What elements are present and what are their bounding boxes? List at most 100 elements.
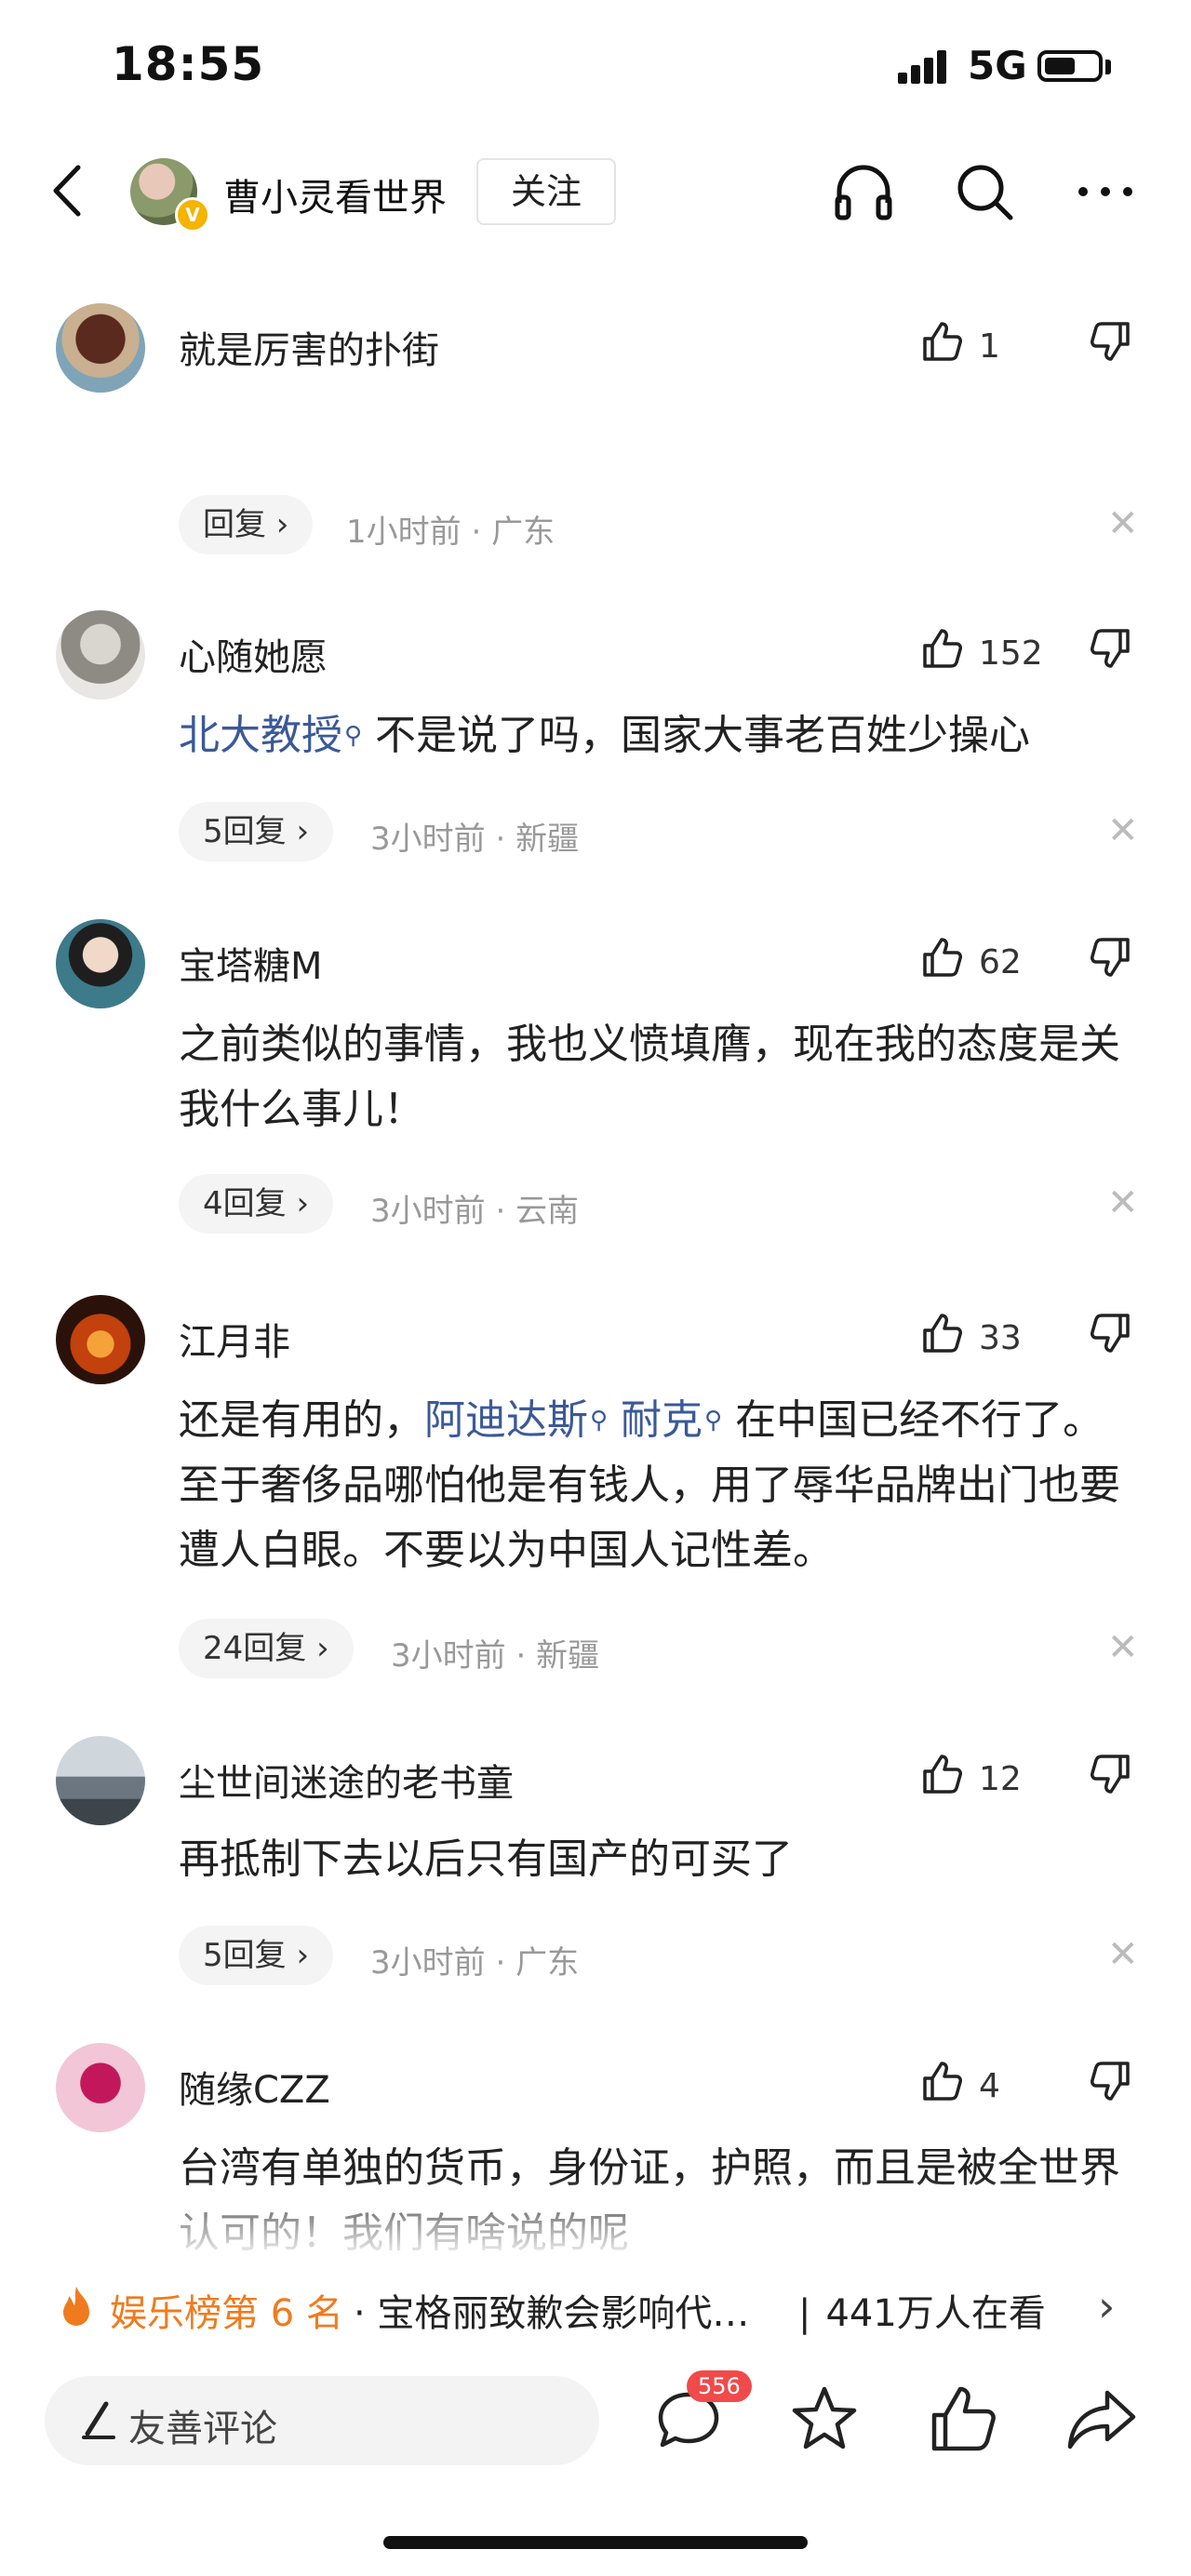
commenter-name[interactable]: 宝塔糖M xyxy=(179,936,323,990)
comment-text: 之前类似的事情，我也义愤填膺，现在我的态度是关我什么事儿！ xyxy=(179,1012,1137,1142)
dislike-button[interactable] xyxy=(1089,2060,1131,2106)
reply-button[interactable]: 24回复 › xyxy=(179,1619,354,1678)
comment-meta: 1小时前 · 广东 xyxy=(346,514,555,551)
search-icon: ⚲ xyxy=(344,722,363,750)
like-button[interactable]: 4 xyxy=(921,2049,1042,2123)
comment-footer: 5回复 › 3小时前 · 新疆 ✕ xyxy=(179,802,1139,861)
author-name[interactable]: 曹小灵看世界 xyxy=(223,167,447,221)
thumbs-down-icon xyxy=(1091,938,1130,977)
thumbs-up-icon xyxy=(923,1314,962,1353)
comment-item: 江月非 33 还是有用的，阿迪达斯⚲ 耐克⚲ 在中国已经不行了。至于奢侈品哪怕他… xyxy=(0,1295,1191,1686)
dislike-button[interactable] xyxy=(1089,627,1131,674)
like-count: 12 xyxy=(979,1760,1022,1798)
status-time: 18:55 xyxy=(112,37,265,91)
more-icon xyxy=(1078,187,1132,196)
reply-button[interactable]: 回复 › xyxy=(179,495,314,554)
more-button[interactable] xyxy=(1070,156,1141,227)
follow-button[interactable]: 关注 xyxy=(476,158,616,225)
search-tag-link[interactable]: 北大教授⚲ xyxy=(179,712,362,759)
thumbs-up-icon xyxy=(923,1755,962,1794)
commenter-name[interactable]: 心随她愿 xyxy=(179,627,328,681)
like-count: 1 xyxy=(979,327,1000,366)
close-icon[interactable]: ✕ xyxy=(1107,1181,1139,1224)
commenter-name[interactable]: 就是厉害的扑街 xyxy=(179,320,439,374)
listen-button[interactable] xyxy=(828,156,899,227)
search-icon: ⚲ xyxy=(704,1407,723,1435)
back-button[interactable] xyxy=(37,158,102,223)
dislike-button[interactable] xyxy=(1089,1753,1131,1799)
like-button[interactable]: 62 xyxy=(921,925,1042,999)
hot-topic-title: · 宝格丽致歉会影响代… xyxy=(354,2292,750,2335)
reply-button[interactable]: 4回复 › xyxy=(179,1174,334,1234)
close-icon[interactable]: ✕ xyxy=(1107,1626,1139,1669)
comment-footer: 5回复 › 3小时前 · 广东 ✕ xyxy=(179,1926,1139,1985)
comment-text-segment: 还是有用的， xyxy=(179,1396,424,1444)
thumbs-up-icon xyxy=(923,629,962,668)
dislike-button[interactable] xyxy=(1089,936,1131,982)
comment-item: 宝塔糖M 62 之前类似的事情，我也义愤填膺，现在我的态度是关我什么事儿！ 4回… xyxy=(0,919,1191,1245)
thumbs-down-icon xyxy=(1091,2062,1130,2101)
avatar[interactable] xyxy=(56,919,145,1008)
like-button[interactable]: 152 xyxy=(921,616,1043,690)
close-icon[interactable]: ✕ xyxy=(1107,502,1139,545)
avatar[interactable] xyxy=(56,2043,145,2132)
thumbs-up-icon xyxy=(923,322,962,361)
comment-text: 再抵制下去以后只有国产的可买了 xyxy=(179,1827,1137,1892)
header: V 曹小灵看世界 关注 xyxy=(0,140,1191,251)
hot-rank-bar[interactable]: 娱乐榜第 6 名 · 宝格丽致歉会影响代… | 441万人在看 › xyxy=(0,2177,1191,2354)
close-icon[interactable]: ✕ xyxy=(1107,1933,1139,1976)
thumbs-down-icon xyxy=(1091,1314,1130,1353)
comment-item: 就是厉害的扑街 1 回复 › 1小时前 · 广东 ✕ xyxy=(0,303,1191,564)
search-tag-link[interactable]: 阿迪达斯⚲ xyxy=(424,1396,608,1444)
share-button[interactable] xyxy=(1064,2382,1139,2456)
chevron-right-icon: › xyxy=(1098,2281,1116,2331)
hot-viewers: | 441万人在看 xyxy=(798,2292,1046,2335)
like-button[interactable]: 12 xyxy=(921,1742,1042,1816)
favorite-button[interactable] xyxy=(787,2382,862,2456)
pen-icon xyxy=(82,2401,115,2439)
comment-footer: 回复 › 1小时前 · 广东 ✕ xyxy=(179,495,1139,554)
like-count: 62 xyxy=(979,943,1022,981)
search-icon xyxy=(957,165,1013,220)
commenter-name[interactable]: 随缘CZZ xyxy=(179,2060,330,2114)
comment-placeholder: 友善评论 xyxy=(128,2408,277,2450)
commenter-name[interactable]: 江月非 xyxy=(179,1312,290,1366)
search-tag-link[interactable]: 耐克⚲ xyxy=(621,1396,722,1444)
commenter-name[interactable]: 尘世间迷途的老书童 xyxy=(179,1753,514,1807)
search-button[interactable] xyxy=(949,156,1020,227)
thumbs-up-icon xyxy=(923,2062,962,2101)
comment-footer: 24回复 › 3小时前 · 新疆 ✕ xyxy=(179,1619,1139,1678)
network-label: 5G xyxy=(968,43,1027,88)
battery-icon xyxy=(1037,50,1103,82)
like-count: 152 xyxy=(979,634,1043,673)
close-icon[interactable]: ✕ xyxy=(1107,809,1139,852)
dislike-button[interactable] xyxy=(1089,320,1131,367)
avatar[interactable] xyxy=(56,1736,145,1825)
like-article-button[interactable] xyxy=(927,2382,1001,2456)
avatar[interactable] xyxy=(56,303,145,393)
reply-button[interactable]: 5回复 › xyxy=(179,1926,334,1985)
comment-count-badge: 556 xyxy=(687,2370,752,2402)
home-indicator[interactable] xyxy=(383,2536,808,2549)
avatar[interactable] xyxy=(56,610,145,700)
verified-badge: V xyxy=(175,197,210,233)
comment-text: 北大教授⚲ 不是说了吗，国家大事老百姓少操心 xyxy=(179,703,1137,768)
reply-button[interactable]: 5回复 › xyxy=(179,802,334,861)
comment-item: 尘世间迷途的老书童 12 再抵制下去以后只有国产的可买了 5回复 › 3小时前 … xyxy=(0,1736,1191,1996)
like-count: 33 xyxy=(979,1319,1022,1357)
thumbs-down-icon xyxy=(1091,1755,1130,1794)
thumbs-up-icon xyxy=(931,2386,996,2451)
avatar[interactable] xyxy=(56,1295,145,1384)
dislike-button[interactable] xyxy=(1089,1312,1131,1358)
like-button[interactable]: 1 xyxy=(921,309,1042,383)
like-button[interactable]: 33 xyxy=(921,1301,1042,1375)
comment-text-segment xyxy=(608,1396,621,1444)
comment-input[interactable]: 友善评论 xyxy=(45,2376,599,2465)
comment-meta: 3小时前 · 云南 xyxy=(370,1193,580,1230)
comment-meta: 3小时前 · 新疆 xyxy=(391,1637,600,1675)
comment-text-segment: 之前类似的事情，我也义愤填膺，现在我的态度是关我什么事儿！ xyxy=(179,1021,1120,1133)
like-count: 4 xyxy=(979,2067,1000,2105)
comment-meta: 3小时前 · 新疆 xyxy=(370,821,580,858)
search-icon: ⚲ xyxy=(590,1407,609,1435)
hot-rank-label: 娱乐榜第 6 名 xyxy=(110,2292,343,2335)
